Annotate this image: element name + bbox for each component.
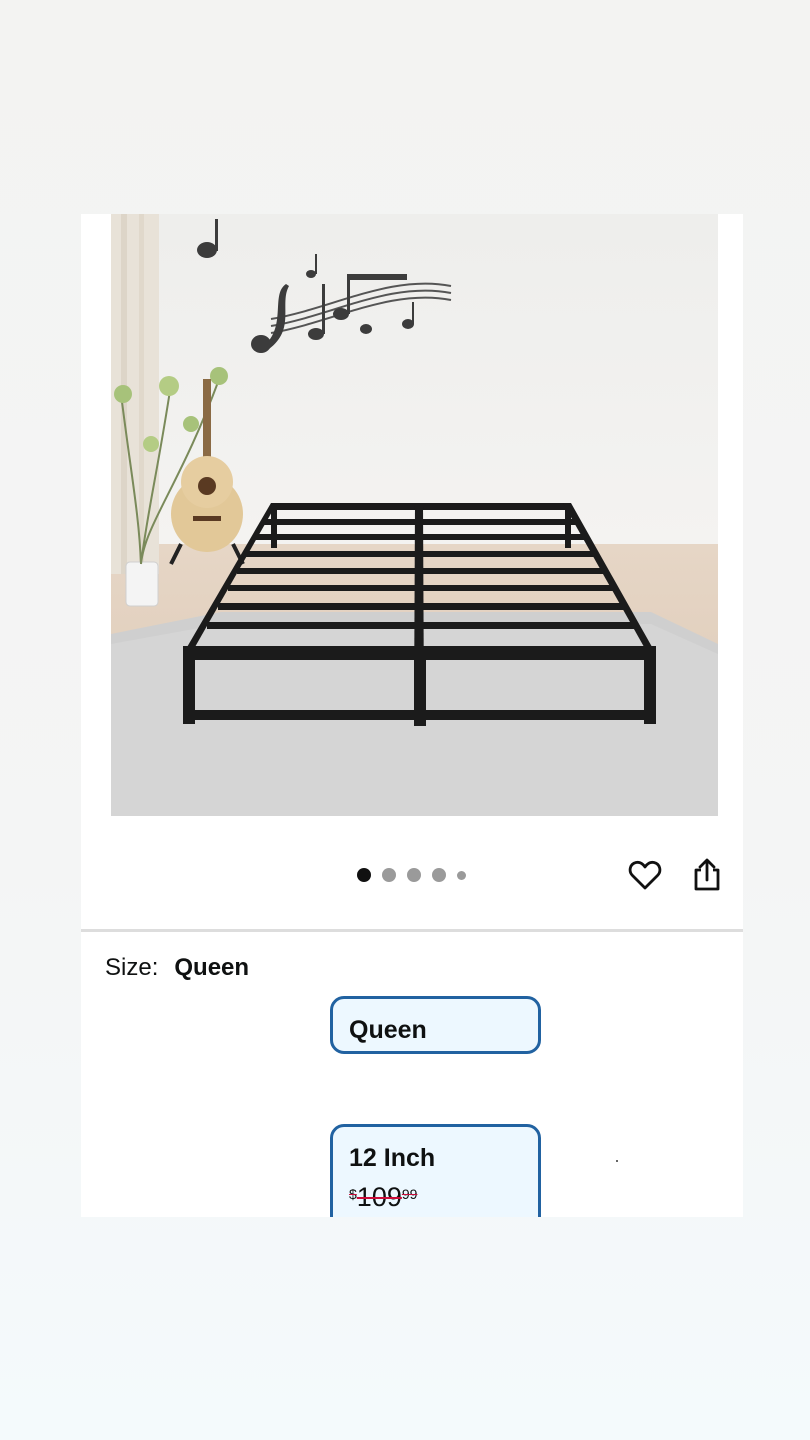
option-price: $ 109 99 bbox=[349, 1182, 417, 1213]
carousel-dot-1[interactable] bbox=[357, 868, 371, 882]
share-icon bbox=[694, 858, 720, 891]
product-detail-card: Size: Queen Queen 12 Inch $ 109 99 bbox=[81, 214, 743, 1217]
price-fraction: 99 bbox=[401, 1186, 418, 1202]
price-whole: 109 bbox=[356, 1182, 402, 1212]
size-option-queen[interactable]: Queen bbox=[330, 996, 541, 1054]
selected-size-value: Queen bbox=[174, 954, 250, 981]
image-carousel-indicator bbox=[357, 868, 466, 882]
carousel-dot-3[interactable] bbox=[407, 868, 421, 882]
size-option-label: Queen bbox=[349, 1016, 427, 1044]
section-divider bbox=[81, 929, 743, 932]
carousel-dot-2[interactable] bbox=[382, 868, 396, 882]
carousel-dot-5[interactable] bbox=[457, 870, 466, 880]
style-option-12-inch[interactable]: 12 Inch $ 109 99 bbox=[330, 1124, 541, 1217]
size-label: Size: bbox=[105, 954, 159, 981]
product-image[interactable] bbox=[111, 214, 718, 816]
size-selector-header: Size: Queen bbox=[105, 954, 249, 982]
add-to-wishlist-button[interactable] bbox=[627, 857, 663, 893]
share-button[interactable] bbox=[689, 857, 725, 893]
decorative-mark bbox=[616, 1160, 618, 1162]
price-currency: $ bbox=[349, 1186, 357, 1202]
heart-outline-icon bbox=[628, 860, 662, 890]
carousel-dot-4[interactable] bbox=[432, 868, 446, 882]
style-option-label: 12 Inch bbox=[349, 1144, 436, 1172]
